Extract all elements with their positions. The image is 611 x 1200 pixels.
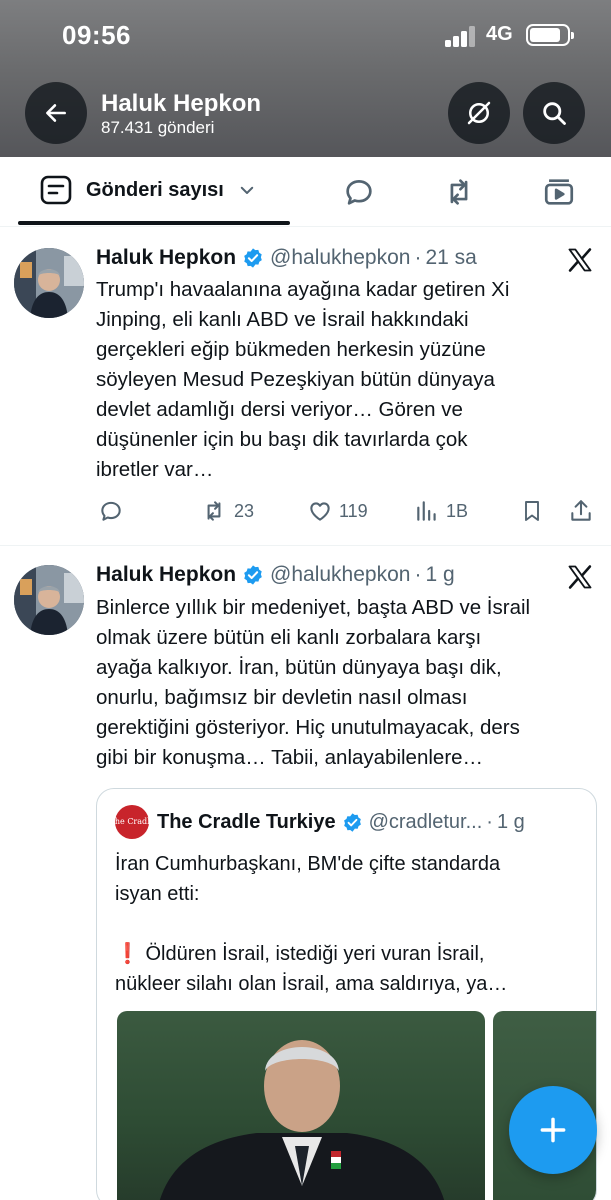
tab-media[interactable] — [541, 174, 577, 210]
tweet-line: devlet adamlığı dersi veriyor… Gören ve — [96, 398, 463, 421]
quoted-line: nükleer silahı olan İsrail, ama saldırıy… — [115, 973, 508, 995]
tweet-line: gibi bir konuşma… Tabii, anlayabilenlere… — [96, 746, 484, 769]
retweet-count: 23 — [234, 500, 255, 521]
tweet-body: Trump'ı havaalanına ayağına kadar getire… — [96, 275, 596, 485]
x-logo-icon[interactable] — [566, 563, 594, 591]
tweet-line: ibretler var… — [96, 458, 214, 481]
plus-icon — [540, 1117, 566, 1143]
verified-badge-icon — [342, 812, 363, 833]
tweet-timestamp[interactable]: 1 g — [425, 563, 454, 587]
profile-header: 09:56 4G Haluk Hepkon 87.431 gönderi — [0, 0, 611, 157]
profile-tabs: Gönderi sayısı — [0, 157, 611, 227]
quoted-media-image[interactable] — [117, 1011, 485, 1200]
filter-icon — [40, 175, 72, 205]
verified-badge-icon — [242, 564, 264, 586]
search-icon — [543, 102, 566, 125]
heart-icon — [310, 502, 330, 521]
tweet-line: onurlu, bağımsız bir devletin nasıl olma… — [96, 686, 468, 709]
back-button[interactable] — [25, 82, 87, 144]
tweet-line: olmak üzere bütün eli kanlı zorbalara ka… — [96, 626, 482, 649]
tweet-author-name[interactable]: Haluk Hepkon — [96, 563, 236, 587]
views-button[interactable]: 1B — [414, 498, 468, 524]
quoted-line: isyan etti: — [115, 883, 200, 905]
tweet-timestamp[interactable]: 21 sa — [425, 246, 476, 270]
avatar[interactable] — [14, 248, 84, 318]
tweet-line: düşünenler için bu başı dik tavırlarda ç… — [96, 428, 468, 451]
tab-posts-filter[interactable]: Gönderi sayısı — [40, 175, 256, 205]
tweet-line: Binlerce yıllık bir medeniyet, başta ABD… — [96, 596, 531, 619]
tweet-line: Jinping, eli kanlı ABD ve İsrail hakkınd… — [96, 308, 469, 331]
like-button[interactable]: 119 — [307, 498, 368, 524]
search-button[interactable] — [523, 82, 585, 144]
tweet-line: gerektiğini gösteriyor. Hiç unutulmayaca… — [96, 716, 520, 739]
avatar-image — [14, 248, 84, 318]
retweet-button[interactable]: 23 — [200, 498, 254, 524]
x-logo-icon[interactable] — [566, 246, 594, 274]
tab-replies[interactable] — [341, 174, 377, 210]
views-count: 1B — [446, 500, 469, 521]
quoted-author-avatar[interactable]: The Cradle — [110, 805, 154, 839]
retweet-icon — [450, 179, 468, 205]
quoted-separator: · — [486, 810, 493, 833]
quoted-author-logo-text: The Cradle — [109, 817, 155, 826]
tweet-line: Trump'ı havaalanına ayağına kadar getire… — [96, 278, 510, 301]
like-count: 119 — [339, 500, 368, 521]
share-icon — [571, 500, 591, 521]
speaker-photo — [159, 1040, 445, 1200]
media-icon — [544, 179, 574, 205]
status-bar: 09:56 4G — [0, 0, 611, 70]
compose-button[interactable] — [509, 1086, 597, 1174]
tab-reposts[interactable] — [441, 174, 477, 210]
tab-filter-label: Gönderi sayısı — [86, 178, 224, 201]
quoted-author-name: The Cradle Turkiye — [157, 810, 336, 833]
notifications-button[interactable] — [448, 82, 510, 144]
avatar[interactable] — [14, 565, 84, 635]
chevron-down-icon[interactable] — [238, 181, 256, 199]
tweet-author-handle: @halukhepkon — [270, 246, 411, 269]
tweet-separator: · — [414, 563, 422, 586]
profile-name: Haluk Hepkon — [101, 90, 262, 117]
battery-icon — [526, 24, 574, 46]
tweet-author-name[interactable]: Haluk Hepkon — [96, 246, 236, 270]
bell-off-icon — [467, 101, 491, 125]
quoted-timestamp: 1 g — [496, 810, 525, 833]
post-count: 87.431 gönderi — [101, 118, 215, 137]
bookmark-button[interactable] — [520, 498, 544, 524]
tweet-header: Haluk Hepkon @halukhepkon · 21 sa — [96, 246, 477, 270]
tweet-header: Haluk Hepkon @halukhepkon · 1 g — [96, 563, 455, 587]
quoted-tweet-header: The Cradle The Cradle Turkiye @cradletur… — [110, 805, 525, 839]
analytics-icon — [417, 501, 436, 521]
network-type: 4G — [486, 23, 513, 45]
quoted-line: ❗ Öldüren İsrail, istediği yeri vuran İs… — [115, 943, 485, 965]
signal-icon — [445, 25, 477, 47]
reply-icon — [346, 180, 372, 205]
status-time: 09:56 — [62, 20, 131, 50]
tweet[interactable]: Haluk Hepkon @halukhepkon · 21 sa Trump'… — [0, 228, 611, 546]
retweet-icon — [207, 501, 221, 521]
avatar-image — [14, 565, 84, 635]
quoted-author-handle: @cradletur... — [368, 810, 483, 833]
tweet-author-handle: @halukhepkon — [270, 563, 411, 586]
tweet-actions: 23 119 1B — [96, 498, 596, 528]
tab-active-indicator — [18, 221, 290, 225]
quoted-line: İran Cumhurbaşkanı, BM'de çifte standard… — [115, 853, 501, 875]
bookmark-icon — [525, 501, 539, 521]
arrow-left-icon — [46, 104, 66, 122]
tweet-line: söyleyen Mesud Pezeşkiyan bütün dünyaya — [96, 368, 495, 391]
verified-badge-icon — [242, 247, 264, 269]
reply-button[interactable] — [98, 498, 124, 524]
reply-icon — [101, 501, 121, 521]
tweet-line: ayağa kalkıyor. İran, bütün dünyaya başı… — [96, 656, 502, 679]
tweet-separator: · — [414, 246, 422, 269]
quoted-line — [115, 909, 585, 939]
quoted-tweet-body: İran Cumhurbaşkanı, BM'de çifte standard… — [115, 849, 585, 999]
tweet-body: Binlerce yıllık bir medeniyet, başta ABD… — [96, 593, 596, 773]
share-button[interactable] — [568, 498, 594, 524]
tweet-line: gerçekleri eğip bükmeden herkesin yüzüne — [96, 338, 486, 361]
